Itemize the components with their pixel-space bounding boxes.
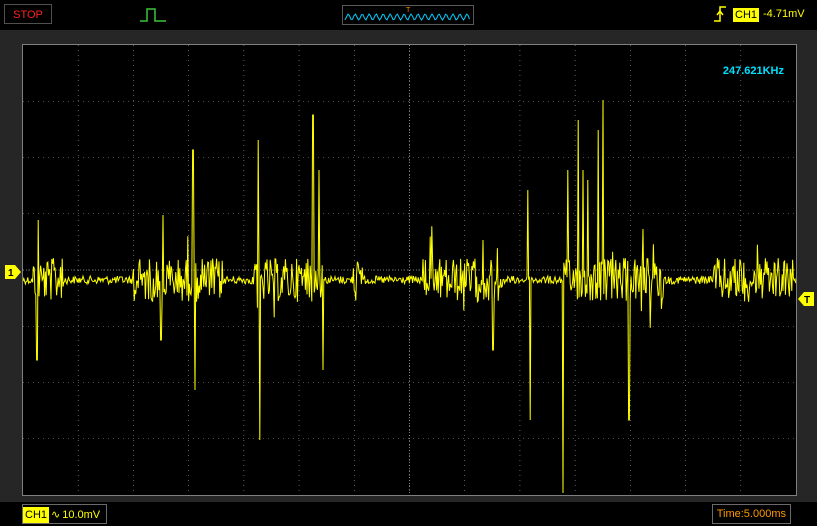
coupling-icon: ∿ <box>51 509 61 521</box>
timebase[interactable]: Time:5.000ms <box>711 504 791 524</box>
buffer-waveform-icon: T <box>344 7 470 21</box>
ch1-waveform-trace <box>23 99 796 494</box>
trigger-level: -4.71mV <box>763 8 805 20</box>
run-stop-button[interactable]: STOP <box>4 4 52 24</box>
channel-badge: CH1 <box>23 507 50 523</box>
waveform-display[interactable]: 247.621KHz <box>22 44 797 496</box>
buffer-trigger-marker: T <box>406 7 411 14</box>
pulse-icon[interactable] <box>138 4 168 24</box>
channel-1-marker[interactable]: 1 <box>5 265 21 279</box>
status-bar: CH1 ∿ 10.0mV Time:5.000ms <box>0 502 817 526</box>
trigger-level-marker[interactable]: T <box>798 292 814 306</box>
svg-text:1: 1 <box>8 268 14 279</box>
trigger-source-badge[interactable]: CH1 <box>733 8 760 22</box>
svg-text:T: T <box>804 295 810 306</box>
channel-scale[interactable]: CH1 ∿ 10.0mV <box>22 504 108 524</box>
volts-per-div: 10.0mV <box>62 509 101 521</box>
rising-edge-icon[interactable] <box>712 5 728 23</box>
buffer-overview[interactable]: T <box>342 5 474 25</box>
frequency-readout: 247.621KHz <box>722 65 784 77</box>
top-toolbar: STOP T CH1 -4.71mV <box>0 0 817 30</box>
